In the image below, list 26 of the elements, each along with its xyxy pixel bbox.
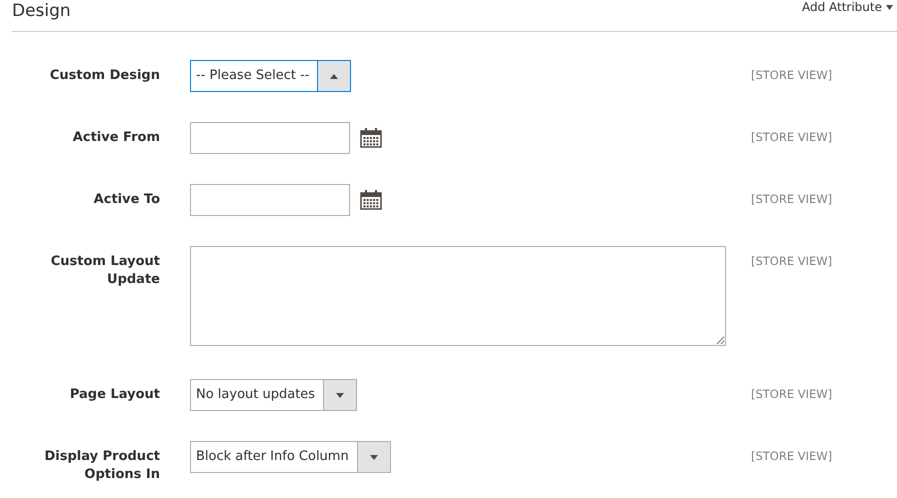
scope-label: [STORE VIEW] (751, 129, 834, 144)
scope-label: [STORE VIEW] (751, 386, 834, 401)
field-label: Active From (72, 129, 160, 147)
select-field[interactable]: Block after Info Column (190, 441, 391, 473)
scope-label: [STORE VIEW] (751, 253, 834, 268)
select-field[interactable]: No layout updates (190, 379, 358, 411)
scope-label: [STORE VIEW] (751, 191, 834, 206)
date-input-field[interactable] (190, 184, 350, 216)
text-area-field[interactable] (190, 246, 726, 346)
scope-label: [STORE VIEW] (751, 448, 834, 463)
add-attribute-button[interactable]: Add Attribute (802, 0, 897, 14)
calendar-icon[interactable] (360, 128, 382, 148)
field-label: Page Layout (68, 386, 160, 404)
scope-label: [STORE VIEW] (751, 67, 834, 82)
caret-icon (370, 454, 378, 460)
date-input-field[interactable] (190, 122, 350, 154)
field-label: Custom Layout Update (50, 253, 160, 289)
caret-icon (330, 74, 338, 78)
section-title: Design (12, 1, 71, 21)
calendar-icon[interactable] (360, 190, 382, 210)
field-label: Display Product Options In (44, 448, 160, 484)
caret-icon (336, 392, 344, 398)
select-field[interactable]: -- Please Select -- (190, 60, 352, 92)
field-label: Custom Design (48, 67, 160, 85)
field-label: Active To (92, 191, 160, 209)
caret-icon (886, 4, 893, 10)
